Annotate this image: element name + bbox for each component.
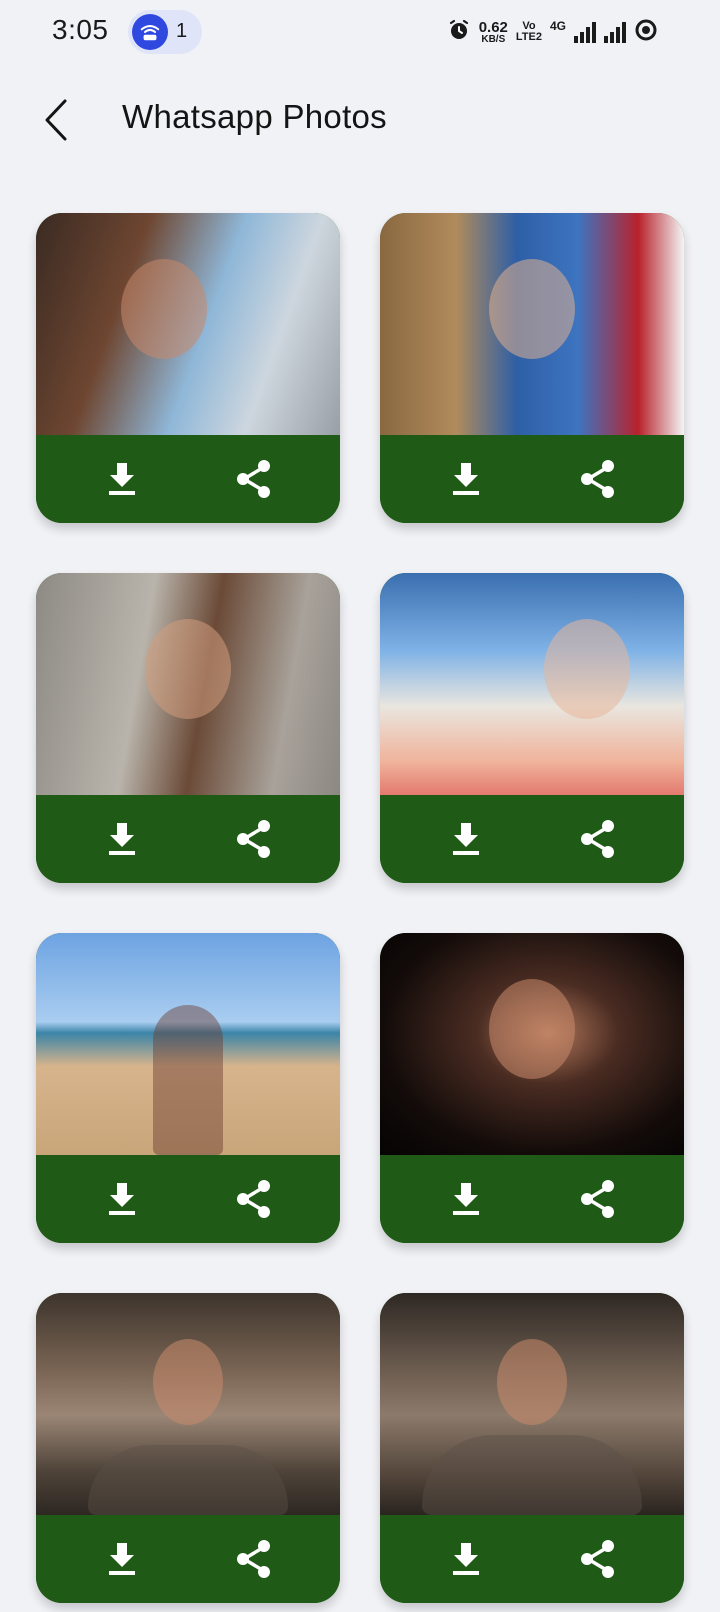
share-button[interactable] (570, 451, 626, 507)
photo-subject (145, 619, 231, 719)
photo-card (380, 573, 684, 883)
chevron-left-icon (45, 99, 67, 141)
photo-subject (120, 259, 207, 359)
card-action-bar (36, 795, 340, 883)
photo-subject (489, 259, 575, 359)
card-action-bar (380, 435, 684, 523)
hotspot-count: 1 (176, 20, 188, 42)
share-button[interactable] (570, 811, 626, 867)
photo-card (36, 1293, 340, 1603)
status-time: 3:05 (52, 14, 109, 45)
download-button[interactable] (94, 1531, 150, 1587)
share-icon (581, 1180, 614, 1218)
card-action-bar (36, 1155, 340, 1243)
photo-subject (153, 1339, 223, 1425)
photo-subject (497, 1339, 567, 1425)
download-button[interactable] (438, 1531, 494, 1587)
photo-card (380, 933, 684, 1243)
share-button[interactable] (226, 451, 282, 507)
card-action-bar (380, 1155, 684, 1243)
status-bar: 3:05 1 0.62 KB/S Vo LTE2 4G (0, 0, 720, 66)
page-title: Whatsapp Photos (122, 98, 387, 135)
photo-thumbnail[interactable] (36, 933, 340, 1155)
photo-thumbnail[interactable] (36, 213, 340, 435)
status-icons: 0.62 KB/S Vo LTE2 4G (447, 14, 658, 50)
app-bar: Whatsapp Photos (0, 80, 720, 160)
card-action-bar (380, 795, 684, 883)
download-button[interactable] (438, 451, 494, 507)
share-button[interactable] (226, 1531, 282, 1587)
volte-indicator: Vo LTE2 (516, 21, 542, 43)
photo-card (380, 213, 684, 523)
download-icon (109, 1183, 135, 1215)
share-button[interactable] (570, 1171, 626, 1227)
back-button[interactable] (30, 92, 82, 148)
card-action-bar (36, 435, 340, 523)
battery-ring-icon (634, 18, 658, 47)
photo-card (36, 573, 340, 883)
photo-grid (36, 213, 684, 1603)
photo-subject-body (422, 1435, 642, 1515)
signal-strength-icon-sim1 (574, 21, 596, 43)
share-button[interactable] (226, 1171, 282, 1227)
photo-card (380, 1293, 684, 1603)
download-icon (453, 1183, 479, 1215)
download-button[interactable] (94, 451, 150, 507)
photo-thumbnail[interactable] (36, 1293, 340, 1515)
photo-subject (543, 619, 630, 719)
photo-thumbnail[interactable] (36, 573, 340, 795)
photo-card (36, 933, 340, 1243)
download-icon (109, 463, 135, 495)
share-button[interactable] (570, 1531, 626, 1587)
network-type-label: 4G (549, 19, 566, 33)
download-icon (453, 1543, 479, 1575)
network-speed: 0.62 KB/S (479, 20, 508, 45)
download-icon (453, 463, 479, 495)
download-icon (109, 823, 135, 855)
download-button[interactable] (438, 1171, 494, 1227)
photo-thumbnail[interactable] (380, 213, 684, 435)
share-icon (237, 460, 270, 498)
photo-subject-body (88, 1445, 288, 1515)
photo-thumbnail[interactable] (380, 1293, 684, 1515)
hotspot-indicator[interactable]: 1 (128, 10, 202, 54)
card-action-bar (380, 1515, 684, 1603)
volte-bottom-label: LTE2 (515, 31, 542, 43)
photo-thumbnail[interactable] (380, 573, 684, 795)
photo-thumbnail[interactable] (380, 933, 684, 1155)
download-icon (109, 1543, 135, 1575)
signal-strength-icon-sim2 (604, 21, 626, 43)
share-icon (237, 1540, 270, 1578)
share-icon (581, 460, 614, 498)
network-speed-value: 0.62 (478, 18, 508, 36)
share-icon (237, 1180, 270, 1218)
download-icon (453, 823, 479, 855)
alarm-icon (447, 18, 471, 47)
photo-card (36, 213, 340, 523)
photo-subject (153, 1005, 223, 1155)
download-button[interactable] (438, 811, 494, 867)
hotspot-icon (132, 14, 168, 50)
share-icon (237, 820, 270, 858)
card-action-bar (36, 1515, 340, 1603)
network-speed-unit: KB/S (481, 33, 506, 45)
download-button[interactable] (94, 811, 150, 867)
download-button[interactable] (94, 1171, 150, 1227)
share-button[interactable] (226, 811, 282, 867)
share-icon (581, 1540, 614, 1578)
photo-subject (489, 979, 575, 1079)
share-icon (581, 820, 614, 858)
